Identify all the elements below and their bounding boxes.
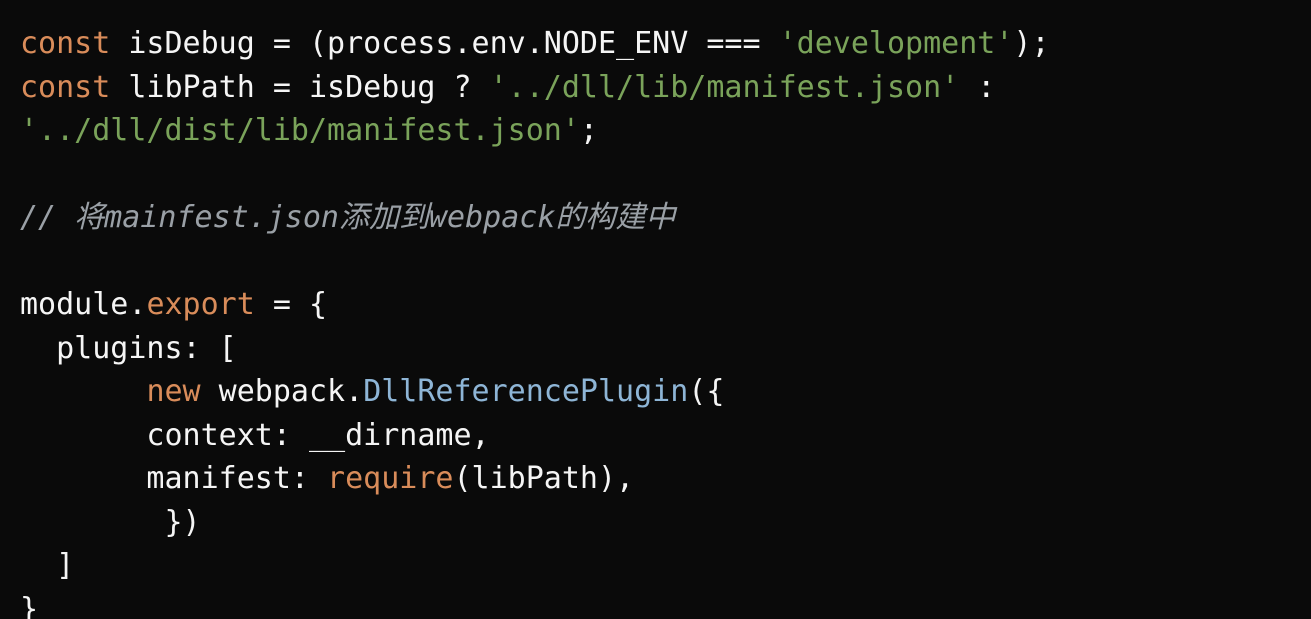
code-token: require [327,461,453,496]
code-token: manifest: [20,461,327,496]
code-token: const [20,70,110,105]
code-token: context: __dirname, [20,418,490,453]
code-token: ] [20,548,74,583]
code-block: const isDebug = (process.env.NODE_ENV ==… [0,0,1311,619]
code-token: ({ [688,374,724,409]
code-token: ); [1013,26,1049,61]
code-token: = { [255,287,327,322]
code-token: new [146,374,200,409]
code-token: // 将mainfest.json添加到webpack的构建中 [20,200,675,235]
code-token: '../dll/dist/lib/manifest.json' [20,113,580,148]
code-token: }) [20,505,201,540]
code-token: webpack. [201,374,364,409]
code-token: 'development' [779,26,1014,61]
code-token: export [146,287,254,322]
code-token: : [959,70,995,105]
code-token: isDebug = (process.env.NODE_ENV === [110,26,778,61]
code-token: DllReferencePlugin [363,374,688,409]
code-token: const [20,26,110,61]
code-token: module. [20,287,146,322]
code-token: '../dll/lib/manifest.json' [490,70,960,105]
code-token: (libPath), [453,461,634,496]
code-token: libPath = isDebug ? [110,70,489,105]
code-token: } [20,592,38,619]
code-token: plugins: [ [20,331,237,366]
code-token [20,374,146,409]
code-token: ; [580,113,598,148]
